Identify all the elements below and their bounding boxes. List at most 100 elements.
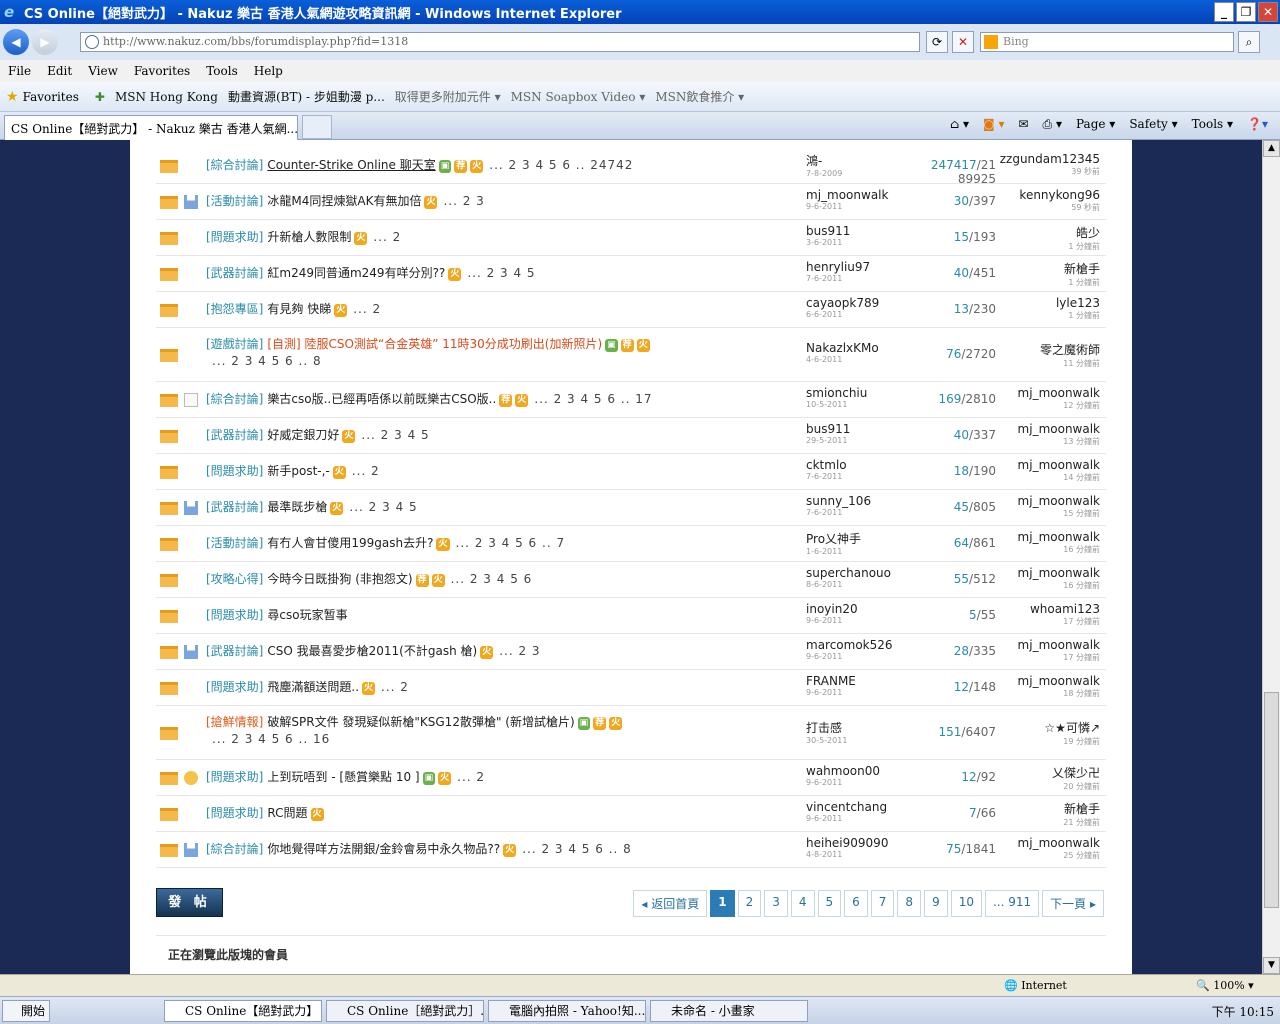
thread-title-link[interactable]: [自測] 陸服CSO測試“合金英雄” 11時30分成功刷出(加新照片) bbox=[267, 337, 602, 351]
address-bar[interactable]: http://www.nakuz.com/bbs/forumdisplay.ph… bbox=[80, 32, 920, 52]
thread-title-link[interactable]: 新手post-,- bbox=[267, 464, 329, 478]
last-poster[interactable]: mj_moonwalk bbox=[996, 386, 1100, 400]
page-link[interactable]: 5 bbox=[817, 890, 842, 917]
last-poster[interactable]: mj_moonwalk bbox=[996, 422, 1100, 436]
home-icon[interactable]: ⌂ ▾ bbox=[950, 117, 969, 132]
fav-msn-hk[interactable]: MSN Hong Kong bbox=[115, 90, 218, 104]
add-favorite-icon[interactable]: ✚ bbox=[95, 90, 105, 104]
page-menu[interactable]: Page ▾ bbox=[1076, 117, 1115, 132]
page-link[interactable]: 4 bbox=[790, 890, 815, 917]
start-button[interactable]: 開始 bbox=[2, 1000, 50, 1022]
thread-row[interactable]: [攻略心得] 今時今日既掛狗 (非抱怨文) 荐火 ... 2 3 4 5 6 super… bbox=[156, 562, 1106, 598]
author-name[interactable]: cayaopk789 bbox=[806, 296, 916, 310]
author-name[interactable]: vincentchang bbox=[806, 800, 916, 814]
page-link[interactable]: ... 911 bbox=[984, 890, 1040, 917]
thread-row[interactable]: [綜合討論] Counter-Strike Online 聊天室 ▣ 荐火 ... 2 … bbox=[156, 148, 1106, 186]
thread-row[interactable]: [問題求助] 尋cso玩家暂事 inoyin20 9-6-2011 5/55 whoami… bbox=[156, 598, 1106, 634]
thread-category[interactable]: [武器討論] bbox=[206, 428, 263, 442]
thread-title-link[interactable]: 你地覺得咩方法開銀/金鈴會易中永久物品?? bbox=[267, 842, 500, 856]
minimize-button[interactable]: _ bbox=[1214, 2, 1234, 22]
feeds-icon[interactable]: ◙ ▾ bbox=[983, 117, 1004, 132]
thread-page-links[interactable]: ... 2 3 4 5 bbox=[361, 428, 429, 442]
last-poster[interactable]: whoami123 bbox=[996, 602, 1100, 616]
last-poster[interactable]: 新槍手 bbox=[996, 260, 1100, 277]
last-post-time[interactable]: 25 分鐘前 bbox=[996, 850, 1100, 861]
author-name[interactable]: 鴻- bbox=[806, 152, 916, 169]
last-poster[interactable]: mj_moonwalk bbox=[996, 566, 1100, 580]
thread-page-links[interactable]: ... 2 3 4 5 6 .. 16 bbox=[212, 732, 330, 746]
favorites-button[interactable]: ★ Favorites bbox=[6, 89, 79, 105]
thread-row[interactable]: [綜合討論] 你地覺得咩方法開銀/金鈴會易中永久物品?? 火 ... 2 3 4 5 … bbox=[156, 832, 1106, 868]
scroll-up-arrow[interactable]: ▲ bbox=[1263, 140, 1280, 157]
tab-current[interactable]: CS Online【絕對武力】 - Nakuz 樂古 香港人氣網... bbox=[4, 115, 298, 140]
new-post-button[interactable]: 發 帖 bbox=[156, 888, 223, 917]
last-poster[interactable]: mj_moonwalk bbox=[996, 458, 1100, 472]
thread-category[interactable]: [綜合討論] bbox=[206, 842, 263, 856]
last-poster[interactable]: 零之魔術師 bbox=[996, 341, 1100, 358]
thread-page-links[interactable]: ... 2 3 4 5 6 .. 8 bbox=[522, 842, 632, 856]
thread-title-link[interactable]: 樂古cso版..已經再唔係以前既樂古CSO版.. bbox=[267, 392, 496, 406]
author-name[interactable]: inoyin20 bbox=[806, 602, 916, 616]
forward-button[interactable]: ▶ bbox=[32, 29, 58, 55]
last-post-time[interactable]: 21 分鐘前 bbox=[996, 817, 1100, 828]
close-window-button[interactable]: ✕ bbox=[1258, 2, 1278, 22]
back-button[interactable]: ◀ bbox=[3, 29, 29, 55]
thread-title-link[interactable]: 冰龍M4同捏煉獄AK有無加倍 bbox=[267, 194, 421, 208]
last-post-time[interactable]: 39 秒前 bbox=[996, 166, 1100, 177]
fav-addons[interactable]: 取得更多附加元件 ▾ bbox=[395, 88, 501, 105]
help-icon[interactable]: ❓▾ bbox=[1247, 117, 1268, 132]
thread-title-link[interactable]: 有冇人會甘傻用199gash去升? bbox=[267, 536, 433, 550]
last-post-time[interactable]: 20 分鐘前 bbox=[996, 781, 1100, 792]
last-post-time[interactable]: 16 分鐘前 bbox=[996, 580, 1100, 591]
thread-page-links[interactable]: ... 2 bbox=[352, 464, 380, 478]
thread-category[interactable]: [問題求助] bbox=[206, 608, 263, 622]
thread-category[interactable]: [問題求助] bbox=[206, 770, 263, 784]
thread-row[interactable]: [遊戲討論] [自測] 陸服CSO測試“合金英雄” 11時30分成功刷出(加新照片… bbox=[156, 328, 1106, 382]
fav-soapbox[interactable]: MSN Soapbox Video ▾ bbox=[511, 90, 646, 104]
thread-page-links[interactable]: ... 2 bbox=[373, 230, 401, 244]
thread-row[interactable]: [武器討論] 好威定銀刀好火 ... 2 3 4 5 bus911 29-5-2011 4… bbox=[156, 418, 1106, 454]
thread-row[interactable]: [活動討論] 有冇人會甘傻用199gash去升? 火 ... 2 3 4 5 6 ..… bbox=[156, 526, 1106, 562]
author-name[interactable]: 打击感 bbox=[806, 719, 916, 736]
thread-category[interactable]: [綜合討論] bbox=[206, 158, 263, 172]
thread-page-links[interactable]: ... 2 3 bbox=[443, 194, 484, 208]
taskbar-item[interactable]: 未命名 - 小畫家 bbox=[650, 1000, 808, 1022]
thread-row[interactable]: [搶鮮情報] 破解SPR文件 發現疑似新槍"KSG12散彈槍" (新增試槍片) ▣ 荐… bbox=[156, 706, 1106, 760]
menu-help[interactable]: Help bbox=[254, 64, 283, 78]
last-poster[interactable]: lyle123 bbox=[996, 296, 1100, 310]
last-post-time[interactable]: 17 分鐘前 bbox=[996, 616, 1100, 627]
fav-msn-food[interactable]: MSN飲食推介 ▾ bbox=[655, 88, 744, 105]
last-poster[interactable]: kennykong96 bbox=[996, 188, 1100, 202]
search-input[interactable]: Bing bbox=[980, 32, 1234, 52]
safety-menu[interactable]: Safety ▾ bbox=[1129, 117, 1177, 132]
refresh-button[interactable]: ⟳ bbox=[926, 31, 948, 53]
thread-title-link[interactable]: 有見夠 快睇 bbox=[267, 302, 331, 316]
thread-row[interactable]: [問題求助] 上到玩唔到 - [懸賞樂點 10 ] ▣ 火 ... 2 wahmoon00… bbox=[156, 760, 1106, 796]
thread-title-link[interactable]: 尋cso玩家暂事 bbox=[267, 608, 347, 622]
thread-title-link[interactable]: CSO 我最喜愛步槍2011(不計gash 槍) bbox=[267, 644, 477, 658]
thread-title-link[interactable]: RC問題 bbox=[267, 806, 307, 820]
taskbar-item[interactable]: CS Online【絕對武力】 ... bbox=[164, 1000, 322, 1022]
thread-category[interactable]: [武器討論] bbox=[206, 500, 263, 514]
thread-row[interactable]: [武器討論] CSO 我最喜愛步槍2011(不計gash 槍) 火 ... 2 3 ma… bbox=[156, 634, 1106, 670]
thread-category[interactable]: [活動討論] bbox=[206, 536, 263, 550]
thread-row[interactable]: [問題求助] 新手post-,- 火 ... 2 cktmlo 7-6-2011 18/19… bbox=[156, 454, 1106, 490]
page-link[interactable]: 6 bbox=[844, 890, 868, 917]
mail-icon[interactable]: ✉ bbox=[1018, 117, 1028, 132]
last-poster[interactable]: mj_moonwalk bbox=[996, 530, 1100, 544]
thread-row[interactable]: [武器討論] 紅m249同普通m249有咩分別?? 火 ... 2 3 4 5 henr… bbox=[156, 256, 1106, 292]
thread-page-links[interactable]: ... 2 3 4 5 6 bbox=[451, 572, 533, 586]
menu-edit[interactable]: Edit bbox=[47, 64, 72, 78]
menu-view[interactable]: View bbox=[88, 64, 118, 78]
menu-favorites[interactable]: Favorites bbox=[134, 64, 190, 78]
new-tab-button[interactable] bbox=[302, 115, 332, 139]
thread-page-links[interactable]: ... 2 3 4 5 6 .. 8 bbox=[212, 354, 322, 368]
author-name[interactable]: bus911 bbox=[806, 422, 916, 436]
thread-category[interactable]: [搶鮮情報] bbox=[206, 715, 263, 729]
thread-page-links[interactable]: ... 2 3 4 5 6 .. 24742 bbox=[489, 158, 633, 172]
last-poster[interactable]: 新槍手 bbox=[996, 800, 1100, 817]
author-name[interactable]: smionchiu bbox=[806, 386, 916, 400]
thread-category[interactable]: [武器討論] bbox=[206, 644, 263, 658]
fav-anime-bt[interactable]: 動畫資源(BT) - 步姐動漫 p... bbox=[228, 88, 385, 105]
tools-menu[interactable]: Tools ▾ bbox=[1192, 117, 1233, 132]
